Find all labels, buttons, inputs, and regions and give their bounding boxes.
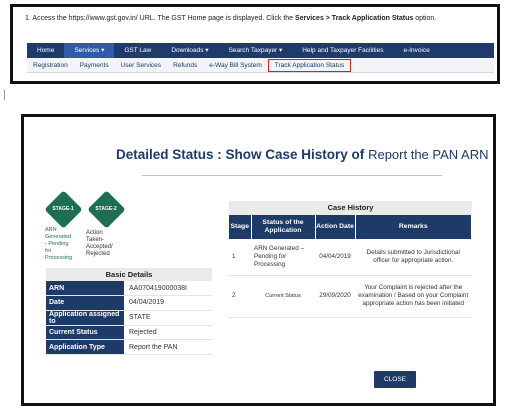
- date-value: 04/04/2019: [124, 295, 212, 311]
- row-1-date: 04/04/2019: [315, 239, 355, 276]
- row-2-stage: 2: [229, 275, 251, 318]
- header-status: Status of the Application: [251, 215, 316, 239]
- close-button[interactable]: CLOSE: [374, 371, 416, 388]
- services-submenu: Registration Payments User Services Refu…: [27, 58, 494, 73]
- instruction-menu-path: Services > Track Application Status: [295, 15, 414, 22]
- stage-2-caption: Action Taken- Accepted/ Rejected: [86, 230, 113, 257]
- instruction-text: 1. Access the https://www.gst.gov.in/ UR…: [25, 15, 436, 22]
- submenu-registration[interactable]: Registration: [27, 58, 74, 73]
- nav-gst-law[interactable]: GST Law: [114, 43, 161, 58]
- case-history-header: Stage Status of the Application Action D…: [229, 215, 472, 239]
- page-title-application-type: Report the PAN ARN: [368, 147, 489, 162]
- table-row: Application assigned to STATE: [46, 310, 212, 326]
- arn-value: AA070419000038I: [124, 281, 212, 297]
- date-label: Date: [46, 295, 124, 311]
- application-type-label: Application Type: [46, 339, 124, 355]
- basic-details-table: ARN AA070419000038I Date 04/04/2019 Appl…: [46, 281, 212, 355]
- stage-1-label: STAGE-1: [52, 206, 74, 212]
- header-action-date: Action Date: [315, 215, 356, 239]
- row-2-date: 29/09/2020: [315, 275, 355, 318]
- instruction-suffix: option.: [415, 15, 437, 22]
- submenu-payments[interactable]: Payments: [74, 58, 115, 73]
- nav-downloads[interactable]: Downloads ▾: [161, 43, 218, 58]
- gst-main-nav: Home Services ▾ GST Law Downloads ▾ Sear…: [27, 43, 494, 58]
- stage-1-caption: ARN Generated - Pending for Processing: [45, 227, 73, 261]
- current-status-label: Current Status: [46, 325, 124, 341]
- instruction-prefix: 1. Access the https://www.gst.gov.in/ UR…: [25, 15, 294, 22]
- title-divider: [142, 175, 442, 176]
- row-2-status: Current Status: [251, 275, 315, 318]
- table-row: Application Type Report the PAN: [46, 339, 212, 355]
- nav-services[interactable]: Services ▾: [64, 43, 115, 58]
- basic-details-title: Basic Details: [46, 268, 212, 281]
- table-row: ARN AA070419000038I: [46, 281, 212, 297]
- submenu-user-services[interactable]: User Services: [115, 58, 167, 73]
- arn-label: ARN: [46, 281, 124, 297]
- assigned-to-value: STATE: [124, 310, 212, 326]
- table-row: Current Status Rejected: [46, 325, 212, 341]
- divider: [4, 90, 5, 100]
- nav-search-taxpayer[interactable]: Search Taxpayer ▾: [219, 43, 293, 58]
- nav-e-invoice[interactable]: e-Invoice: [393, 43, 439, 58]
- application-type-value: Report the PAN: [124, 339, 212, 355]
- case-history-title: Case History: [229, 201, 472, 215]
- header-remarks: Remarks: [355, 215, 472, 239]
- submenu-track-application-status[interactable]: Track Application Status: [267, 58, 352, 72]
- page-title-main: Detailed Status : Show Case History of: [116, 147, 365, 162]
- table-row: Date 04/04/2019: [46, 295, 212, 311]
- table-row: 1 ARN Generated – Pending for Processing…: [229, 239, 472, 276]
- row-1-stage: 1: [229, 239, 251, 276]
- table-row: 2 Current Status 29/09/2020 Your Complai…: [229, 275, 472, 318]
- submenu-refunds[interactable]: Refunds: [167, 58, 203, 73]
- current-status-value: Rejected: [124, 325, 212, 341]
- services-menu-screenshot: 1. Access the https://www.gst.gov.in/ UR…: [10, 4, 500, 84]
- page-title: Detailed Status : Show Case History of R…: [116, 147, 489, 162]
- detailed-status-screenshot: Detailed Status : Show Case History of R…: [21, 114, 496, 406]
- nav-help[interactable]: Help and Taxpayer Facilities: [292, 43, 393, 58]
- assigned-to-label: Application assigned to: [46, 310, 124, 326]
- header-stage: Stage: [229, 215, 252, 239]
- nav-home[interactable]: Home: [27, 43, 64, 58]
- row-2-remarks: Your Complaint is rejected after the exa…: [355, 275, 472, 318]
- row-1-status: ARN Generated – Pending for Processing: [251, 239, 315, 276]
- row-1-remarks: Details submitted to Jurisdictional offi…: [355, 239, 472, 276]
- case-history-table: Stage Status of the Application Action D…: [229, 215, 472, 318]
- stage-2-label: STAGE-2: [95, 206, 117, 212]
- submenu-eway-bill[interactable]: e-Way Bill System: [203, 58, 268, 73]
